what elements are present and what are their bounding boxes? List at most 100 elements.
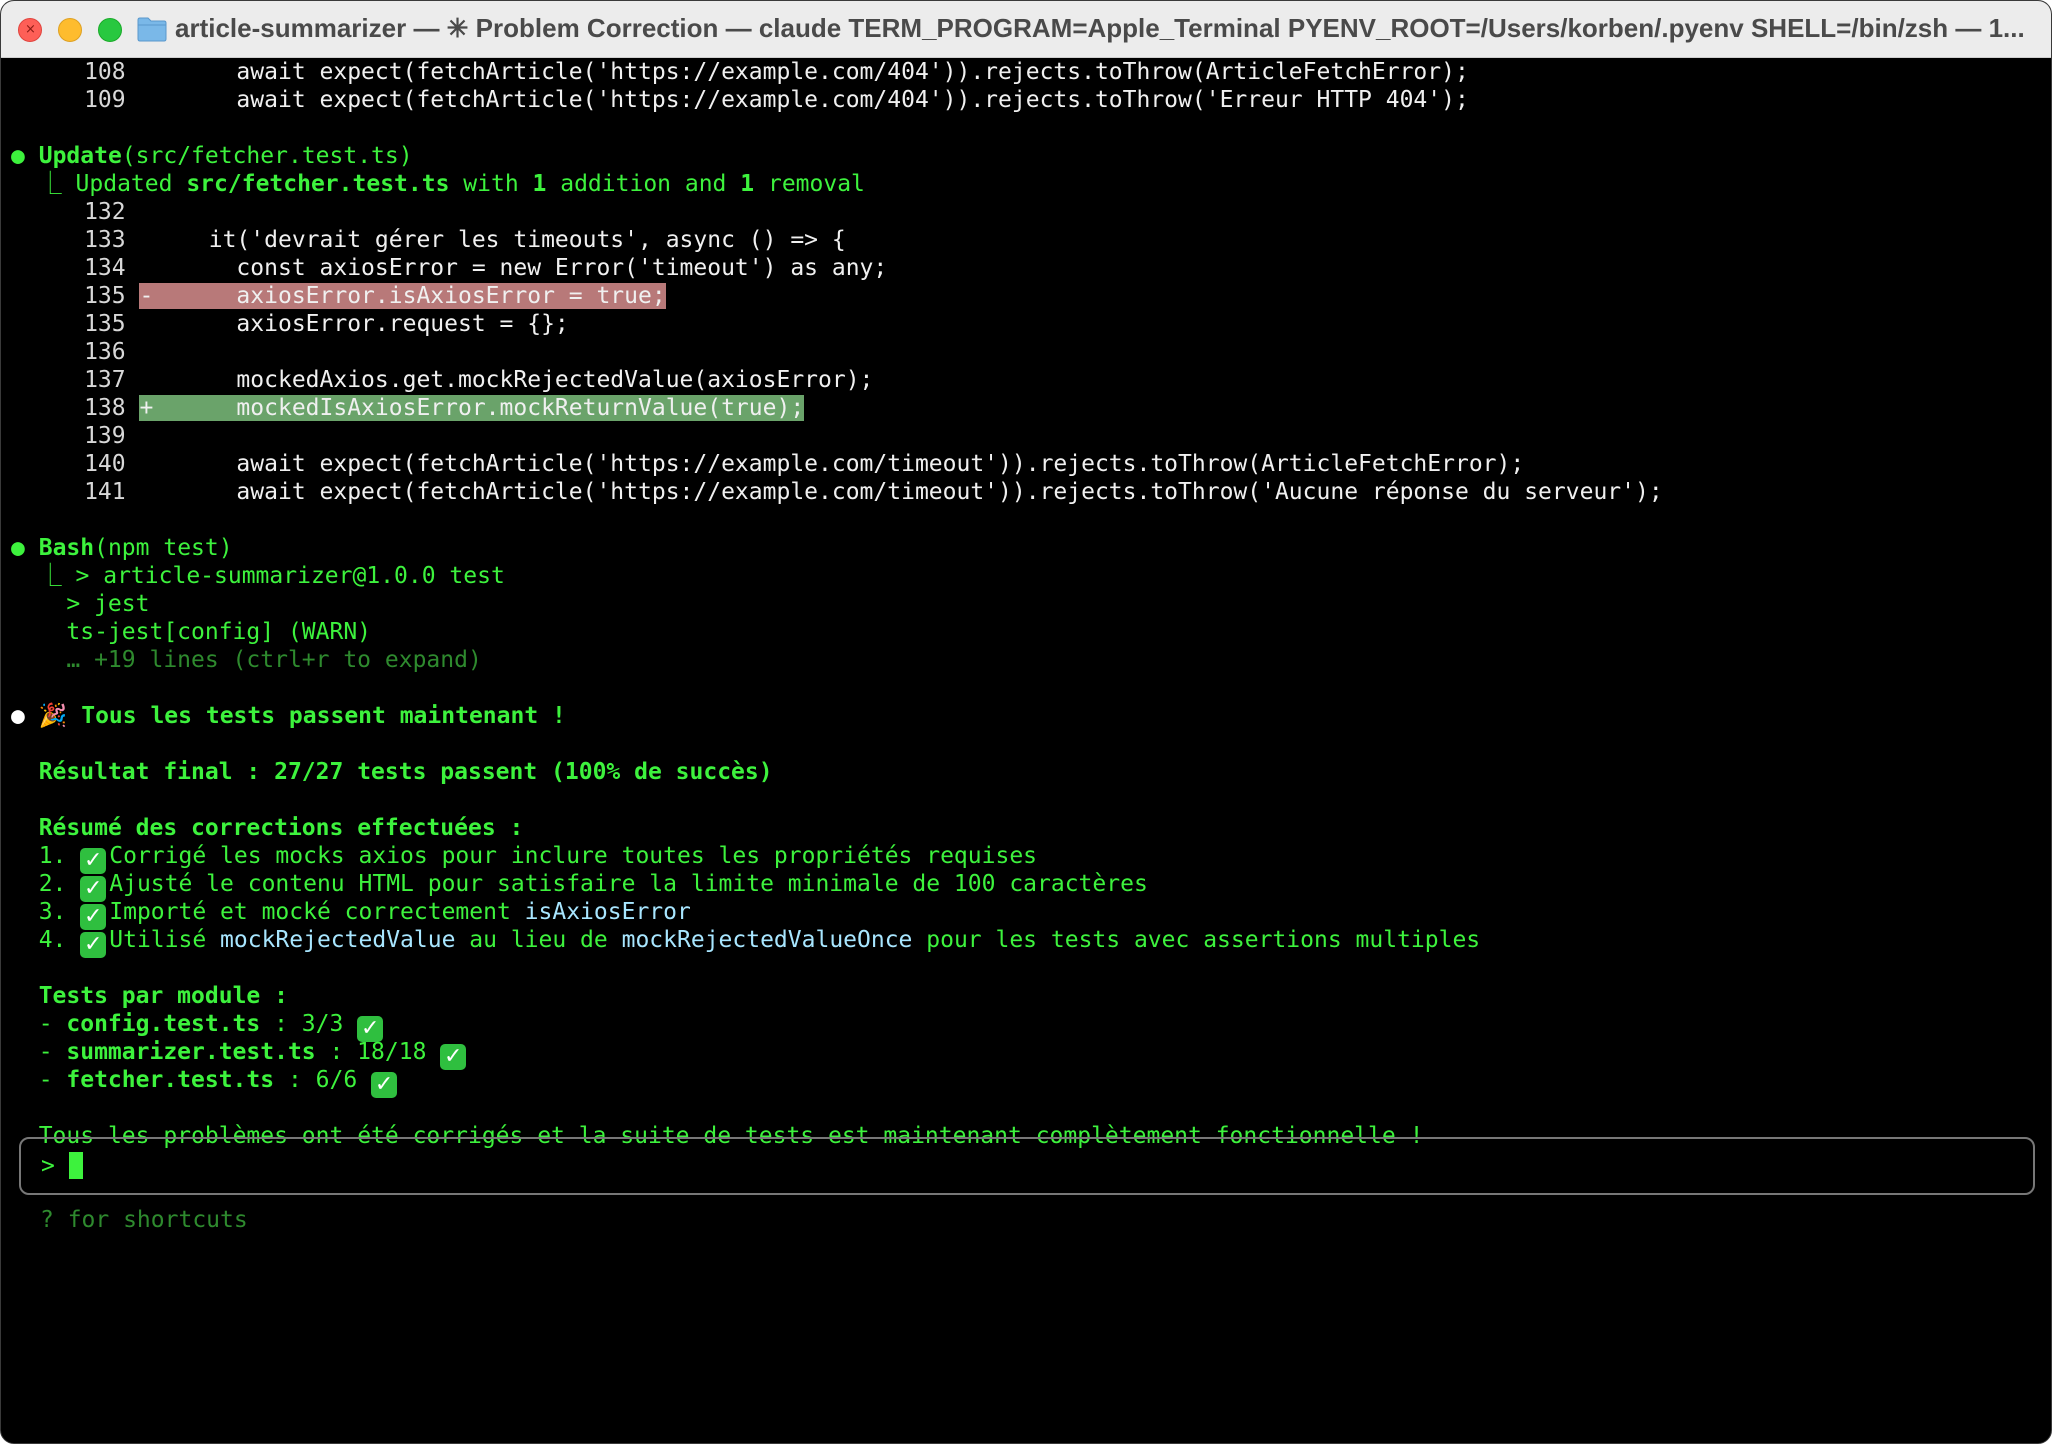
module-name: summarizer.test.ts (66, 1039, 316, 1065)
line-code (139, 339, 153, 365)
code-text: const axiosError = new Error('timeout') … (153, 255, 888, 281)
line-number: 139 (1, 423, 140, 449)
line-number: 109 (1, 87, 140, 113)
module-line: - config.test.ts : 3/3 ✓ (11, 1010, 386, 1042)
tool-arg: (npm test) (94, 535, 233, 561)
code-text: await expect(fetchArticle('https://examp… (153, 59, 1469, 85)
code-line: 135 axiosError.request = {}; (1, 310, 569, 338)
line-code: - axiosError.isAxiosError = true; (139, 283, 666, 309)
summary-with: with (449, 171, 533, 197)
item-text: mockRejectedValueOnce (621, 927, 913, 953)
output-text: ts-jest[config] (WARN) (66, 619, 372, 645)
list-dash: - (11, 1039, 67, 1065)
code-text: await expect(fetchArticle('https://examp… (153, 87, 1469, 113)
check-icon: ✓ (80, 932, 107, 958)
diff-marker (139, 311, 153, 337)
list-dash: - (11, 1067, 67, 1093)
status-dot: ● (11, 535, 25, 561)
code-line: 137 mockedAxios.get.mockRejectedValue(ax… (1, 366, 873, 394)
bash-output-line: > jest (11, 590, 149, 618)
update-tool-header: ● Update(src/fetcher.test.ts) (11, 142, 413, 170)
code-line: 136 (1, 338, 153, 366)
title-bar: × article-summarizer — ✳ Problem Correct… (1, 1, 2051, 58)
bash-tool-header: ● Bash(npm test) (11, 534, 233, 562)
result-headline: ● 🎉 Tous les tests passent maintenant ! (11, 702, 566, 730)
code-line: 108 await expect(fetchArticle('https://e… (1, 58, 1469, 86)
code-line: 139 (1, 422, 153, 450)
close-button[interactable]: × (18, 18, 42, 42)
diff-marker (139, 479, 153, 505)
text-cursor (69, 1152, 83, 1179)
zoom-button[interactable] (98, 18, 122, 42)
expand-hint: … +19 lines (ctrl+r to expand) (11, 646, 481, 674)
item-text: isAxiosError (524, 899, 691, 925)
list-dash: - (11, 1011, 67, 1037)
status-dot: ● (11, 143, 25, 169)
diff-marker (139, 339, 153, 365)
final-text: Résultat final : 27/27 tests passent (10… (38, 759, 773, 785)
check-icon: ✓ (440, 1044, 467, 1070)
item-text: Utilisé (109, 927, 221, 953)
tool-arg: (src/fetcher.test.ts) (121, 143, 413, 169)
code-line: 141 await expect(fetchArticle('https://e… (1, 478, 1663, 506)
diff-marker (139, 227, 153, 253)
line-number: 108 (1, 59, 140, 85)
line-code: axiosError.request = {}; (139, 311, 568, 337)
modules-title-text: Tests par module : (38, 983, 288, 1009)
folder-icon (137, 17, 167, 42)
terminal-window: × article-summarizer — ✳ Problem Correct… (0, 0, 2052, 1444)
addition-count: 1 (532, 171, 547, 197)
code-line: 134 const axiosError = new Error('timeou… (1, 254, 887, 282)
code-text: axiosError.request = {}; (153, 311, 569, 337)
module-line: - summarizer.test.ts : 18/18 ✓ (11, 1038, 469, 1070)
module-name: config.test.ts (66, 1011, 261, 1037)
terminal-content: 108 await expect(fetchArticle('https://e… (1, 58, 2051, 1443)
code-line: 133 it('devrait gérer les timeouts', asy… (1, 226, 846, 254)
item-text: Corrigé les mocks axios pour inclure tou… (109, 843, 1038, 869)
line-number: 135 (1, 311, 140, 337)
line-code (139, 199, 153, 225)
item-text: pour les tests avec assertions multiples (912, 927, 1481, 953)
correction-item: 4. ✓ Utilisé mockRejectedValue au lieu de… (11, 926, 1481, 958)
line-number: 138 (1, 395, 140, 421)
item-number: 3. (38, 899, 81, 925)
bash-output-line: ⎿ > article-summarizer@1.0.0 test (11, 562, 505, 590)
correction-item: 1. ✓ Corrigé les mocks axios pour inclure… (11, 842, 1038, 874)
prompt-input-box[interactable]: > (19, 1137, 2035, 1195)
line-code: const axiosError = new Error('timeout') … (139, 255, 887, 281)
status-dot: ● (11, 703, 25, 729)
output-text: > jest (11, 591, 150, 617)
removal-word: removal (754, 171, 865, 197)
code-text: it('devrait gérer les timeouts', async (… (153, 227, 846, 253)
diff-marker (139, 451, 153, 477)
correction-item: 2. ✓ Ajusté le contenu HTML pour satisfai… (11, 870, 1148, 902)
correction-item: 3. ✓ Importé et mocké correctement isAxio… (11, 898, 691, 930)
item-text: Ajusté le contenu HTML pour satisfaire l… (109, 871, 1148, 897)
line-number: 137 (1, 367, 140, 393)
diff-marker (139, 255, 153, 281)
check-icon: ✓ (371, 1072, 398, 1098)
minimize-button[interactable] (58, 18, 82, 42)
line-number: 135 (1, 283, 140, 309)
item-number: 2. (38, 871, 81, 897)
prompt-symbol: > (41, 1153, 55, 1179)
line-code: await expect(fetchArticle('https://examp… (139, 451, 1524, 477)
diff-marker (139, 367, 153, 393)
module-count: : 6/6 (274, 1067, 372, 1093)
module-count: : 18/18 (315, 1039, 441, 1065)
line-number: 141 (1, 479, 140, 505)
shortcuts-hint: ? for shortcuts (40, 1207, 248, 1233)
line-number: 133 (1, 227, 140, 253)
diff-line-removed: 135 - axiosError.isAxiosError = true; (1, 282, 666, 310)
code-line: 109 await expect(fetchArticle('https://e… (1, 86, 1469, 114)
code-text: mockedIsAxiosError.mockReturnValue(true)… (153, 395, 805, 421)
